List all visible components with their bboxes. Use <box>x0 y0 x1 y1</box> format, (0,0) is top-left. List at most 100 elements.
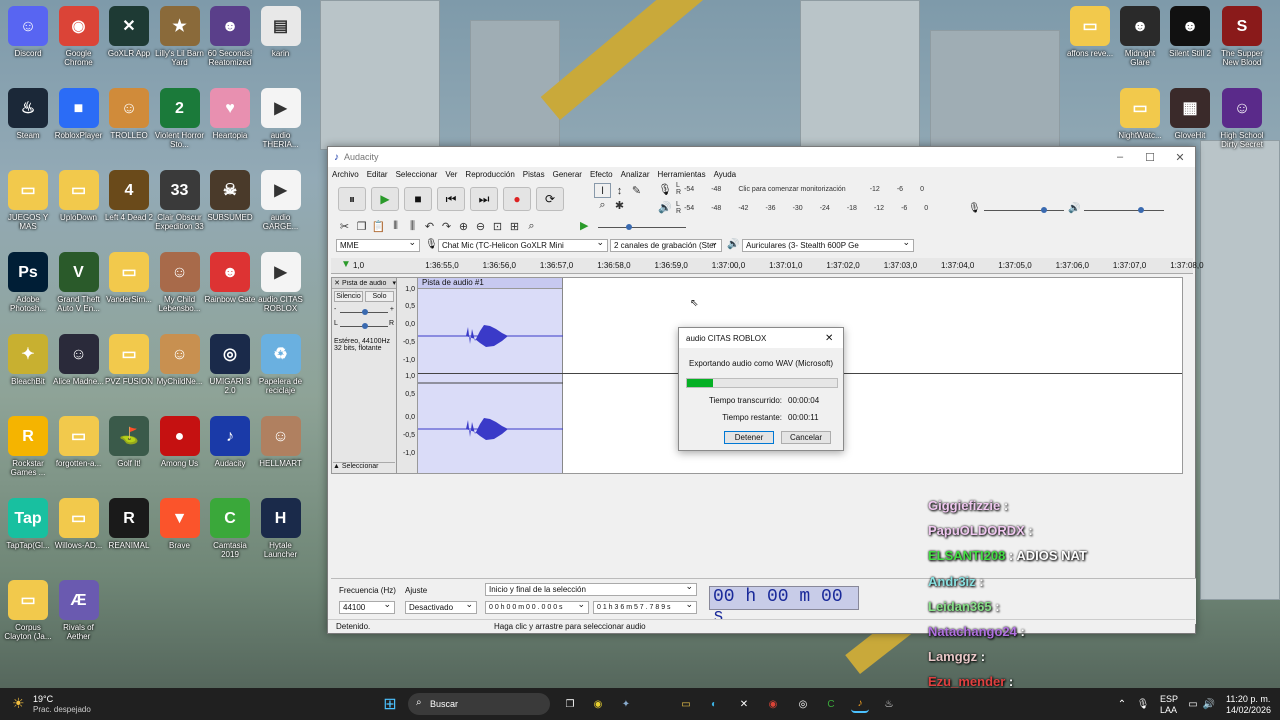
pause-button[interactable]: ⏸ <box>338 187 366 211</box>
silence-icon[interactable]: ⫼ <box>404 219 421 234</box>
desktop-icon[interactable]: 2 Violent Horror Sto... <box>154 88 206 149</box>
desktop-icon[interactable]: V Grand Theft Auto V En... <box>53 252 105 313</box>
gain-slider[interactable]: - + <box>334 306 394 318</box>
desktop-icon[interactable]: ▭ UploDown <box>53 170 105 222</box>
obs-icon[interactable]: ◎ <box>794 695 812 713</box>
speaker-icon[interactable]: 🔊 <box>658 201 672 214</box>
copy-icon[interactable]: ❐ <box>353 219 370 234</box>
desktop-icon[interactable]: ♨ Steam <box>2 88 54 140</box>
copilot-icon[interactable]: ✦ <box>617 695 635 713</box>
stop-export-button[interactable]: Detener <box>724 431 774 444</box>
desktop-icon[interactable]: ▭ Corpus Clayton (Ja... <box>2 580 54 641</box>
paste-icon[interactable]: 📋 <box>370 219 387 234</box>
loop-button[interactable]: ⟳ <box>536 187 564 211</box>
desktop-icon[interactable]: ⛳ Golf It! <box>103 416 155 468</box>
draw-tool-icon[interactable]: ✎ <box>628 183 645 198</box>
time-display[interactable]: 00 h 00 m 00 s <box>709 586 859 627</box>
lang-1[interactable]: ESP <box>1160 694 1178 704</box>
mic-tray-icon[interactable]: 🎙 <box>1134 695 1152 713</box>
desktop-icon[interactable]: C Camtasia 2019 <box>204 498 256 559</box>
menu-item[interactable]: Efecto <box>590 170 613 179</box>
zoom-in-icon[interactable]: ⊕ <box>455 219 472 234</box>
solo-button[interactable]: Solo <box>365 291 394 302</box>
play-at-speed[interactable]: ▶ <box>580 219 690 235</box>
desktop-icon[interactable]: Æ Rivals of Aether <box>53 580 105 641</box>
desktop-icon[interactable]: ♻ Papelera de reciclaje <box>255 334 307 395</box>
desktop-icon[interactable]: ☺ TROLLEO <box>103 88 155 140</box>
steam-taskbar-icon[interactable]: ♨ <box>880 695 898 713</box>
desktop-icon[interactable]: Ps Adobe Photosh... <box>2 252 54 313</box>
widgets-icon[interactable]: ◉ <box>589 695 607 713</box>
weather-desc[interactable]: Prac. despejado <box>33 705 91 714</box>
skip-end-button[interactable]: ⏭ <box>470 187 498 211</box>
clip-title[interactable]: Pista de audio #1 <box>418 278 562 289</box>
fit-project-icon[interactable]: ⊞ <box>506 219 523 234</box>
playback-meter[interactable]: LR -54 -48 -42 -36 -30 -24 -18 -12 -6 0 <box>676 201 945 215</box>
edge-icon[interactable]: ◐ <box>705 695 723 713</box>
desktop-icon[interactable]: ▭ Willows-AD... <box>53 498 105 550</box>
start-icon[interactable]: ⊞ <box>381 695 399 713</box>
desktop-icon[interactable]: ◎ UMIGARI 3 2.0 <box>204 334 256 395</box>
desktop-icon[interactable]: ☠ SUBSUMED <box>204 170 256 222</box>
desktop-icon[interactable]: ▦ GloveHit <box>1164 88 1216 140</box>
menu-item[interactable]: Analizar <box>621 170 650 179</box>
desktop-icon[interactable]: ☺ MyChildNe... <box>154 334 206 386</box>
desktop-icon[interactable]: ▶ audio CITAS ROBLOX <box>255 252 307 313</box>
pan-slider[interactable]: LR <box>334 320 394 332</box>
stop-button[interactable]: ■ <box>404 187 432 211</box>
maximize-button[interactable]: ☐ <box>1135 151 1165 164</box>
zoom-toggle-icon[interactable]: ⌕ <box>523 219 540 234</box>
zoom-out-icon[interactable]: ⊖ <box>472 219 489 234</box>
desktop-icon[interactable]: ▼ Brave <box>154 498 206 550</box>
multi-tool-icon[interactable]: ✱ <box>611 198 628 213</box>
undo-icon[interactable]: ↶ <box>421 219 438 234</box>
desktop-icon[interactable]: ☺ HELLMART <box>255 416 307 468</box>
recording-device-select[interactable]: Chat Mic (TC-Helicon GoXLR Mini <box>438 237 608 252</box>
desktop-icon[interactable]: ☻ Silent Still 2 <box>1164 6 1216 58</box>
desktop-icon[interactable]: ♪ Audacity <box>204 416 256 468</box>
desktop-icon[interactable]: ★ Lilly's Lil Barn Yard <box>154 6 206 67</box>
menu-item[interactable]: Pistas <box>523 170 545 179</box>
fit-selection-icon[interactable]: ⊡ <box>489 219 506 234</box>
desktop-icon[interactable]: ● Among Us <box>154 416 206 468</box>
ruler-play-icon[interactable]: ▼ <box>341 259 351 270</box>
track-menu-arrow-icon[interactable]: ▾ <box>392 279 396 287</box>
playback-volume-slider[interactable]: 🔊 <box>1068 203 1168 217</box>
minimize-button[interactable]: – <box>1105 151 1135 163</box>
desktop-icon[interactable]: ■ RobloxPlayer <box>53 88 105 140</box>
weather-temp[interactable]: 19°C <box>33 694 53 704</box>
channels-select[interactable]: 2 canales de grabación (Ster <box>610 237 722 252</box>
mute-button[interactable]: Silencio <box>334 291 363 302</box>
cut-icon[interactable]: ✂ <box>336 219 353 234</box>
selection-tool-icon[interactable]: I <box>594 183 611 198</box>
lang-2[interactable]: LAA <box>1160 705 1177 715</box>
menu-item[interactable]: Ayuda <box>714 170 737 179</box>
chrome-icon[interactable]: ◉ <box>764 695 782 713</box>
desktop-icon[interactable]: R REANIMAL <box>103 498 155 550</box>
desktop-icon[interactable]: ☺ Discord <box>2 6 54 58</box>
desktop-icon[interactable]: ▭ JUEGOS Y MAS <box>2 170 54 231</box>
track-name-menu[interactable]: Pista de audio <box>342 280 392 287</box>
desktop-icon[interactable]: ◉ Google Chrome <box>53 6 105 67</box>
collapse-icon[interactable]: ▲ <box>333 463 340 470</box>
menu-item[interactable]: Archivo <box>332 170 359 179</box>
explorer-icon[interactable]: ▭ <box>677 695 695 713</box>
goxlr-icon[interactable]: ✕ <box>735 695 753 713</box>
desktop-icon[interactable]: ☺ High School Dirty Secret <box>1216 88 1268 149</box>
cancel-export-button[interactable]: Cancelar <box>781 431 831 444</box>
play-button[interactable]: ▶ <box>371 187 399 211</box>
host-select[interactable]: MME <box>336 237 420 252</box>
desktop-icon[interactable]: ☻ Midnight Glare <box>1114 6 1166 67</box>
desktop-icon[interactable]: 33 Clair Obscur Expedition 33 <box>154 170 206 231</box>
desktop-icon[interactable]: ✦ BleachBit <box>2 334 54 386</box>
clock-time[interactable]: 11:20 p. m. <box>1226 694 1270 704</box>
track-close-icon[interactable]: ✕ <box>332 279 342 287</box>
envelope-tool-icon[interactable]: ↕ <box>611 183 628 198</box>
dialog-close-button[interactable]: ✕ <box>825 333 843 344</box>
tray-chevron-icon[interactable]: ⌃ <box>1113 695 1131 713</box>
desktop-icon[interactable]: ♥ Heartopia <box>204 88 256 140</box>
audacity-taskbar-icon[interactable]: ♪ <box>851 695 869 713</box>
menu-item[interactable]: Ver <box>445 170 457 179</box>
desktop-icon[interactable]: R Rockstar Games ... <box>2 416 54 477</box>
record-button[interactable]: ● <box>503 187 531 211</box>
